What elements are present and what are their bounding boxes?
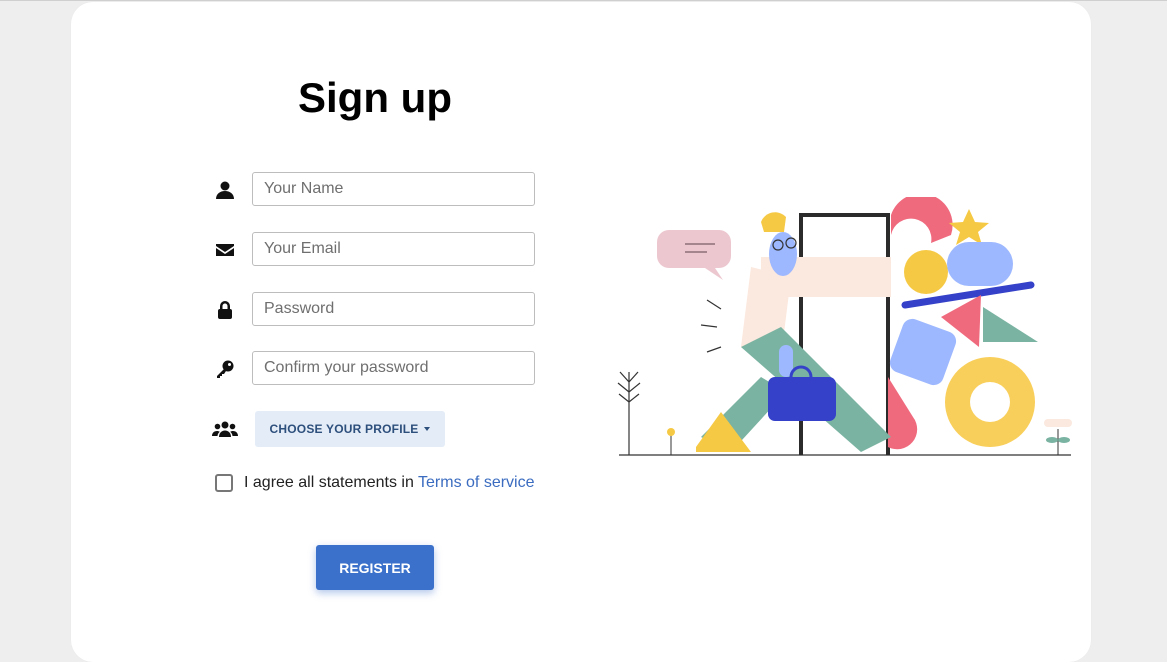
envelope-icon (214, 239, 236, 261)
confirm-password-field[interactable] (252, 351, 535, 385)
signup-illustration (617, 197, 1072, 456)
agree-statement: I agree all statements in Terms of servi… (244, 474, 535, 492)
email-field[interactable] (252, 232, 535, 266)
choose-profile-dropdown[interactable]: CHOOSE YOUR PROFILE (255, 411, 445, 447)
caret-down-icon (424, 427, 431, 431)
agree-text: I agree all statements in (244, 474, 419, 491)
page-title: Sign up (298, 74, 452, 121)
name-field[interactable] (252, 172, 535, 206)
password-field[interactable] (252, 292, 535, 326)
users-icon (212, 418, 238, 440)
agree-checkbox[interactable] (215, 474, 233, 492)
choose-profile-label: CHOOSE YOUR PROFILE (269, 422, 419, 436)
register-button[interactable]: REGISTER (316, 545, 434, 590)
window-top-border (0, 0, 1167, 1)
lock-icon (214, 299, 236, 321)
terms-of-service-link[interactable]: Terms of service (418, 474, 534, 491)
signup-card: Sign up CHOOSE YOUR PROFILE I agree all … (71, 2, 1091, 662)
user-icon (214, 179, 236, 201)
key-icon (214, 358, 236, 380)
